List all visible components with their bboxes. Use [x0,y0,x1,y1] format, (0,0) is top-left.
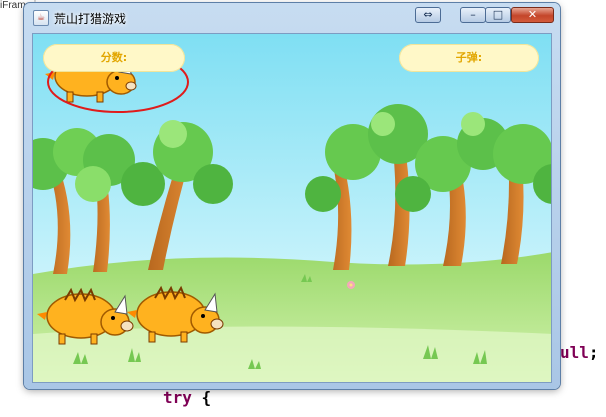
java-icon[interactable]: ☕ [33,10,49,26]
bullets-label: 子弹: [455,51,483,64]
code-fragment-null: ull; [560,343,599,362]
game-window: ☕ 荒山打猎游戏 ⇔ – □ ✕ 分数: 子弹: [24,3,560,389]
score-label: 分数: [100,51,128,64]
minimize-button[interactable]: – [460,7,486,23]
code-fragment-try: try { [163,388,211,407]
code-keyword-try: try [163,388,192,407]
window-title: 荒山打猎游戏 [54,12,127,26]
bullets-display: 子弹: [399,44,539,72]
close-button[interactable]: ✕ [511,7,554,23]
maximize-button[interactable]: □ [485,7,511,23]
code-keyword-null: ull [560,343,589,362]
flower [347,281,355,289]
score-display: 分数: [43,44,185,72]
code-semicolon: ; [588,343,599,362]
desktop: iFrame.java✕ ull; try { ☕ 荒山打猎游戏 ⇔ – □ ✕ [0,0,606,417]
game-client-area[interactable]: 分数: 子弹: [32,33,552,383]
resize-arrows-button[interactable]: ⇔ [415,7,441,23]
game-scene[interactable] [33,34,552,383]
code-brace: { [201,388,212,407]
window-titlebar[interactable]: ☕ 荒山打猎游戏 ⇔ – □ ✕ [24,3,560,30]
